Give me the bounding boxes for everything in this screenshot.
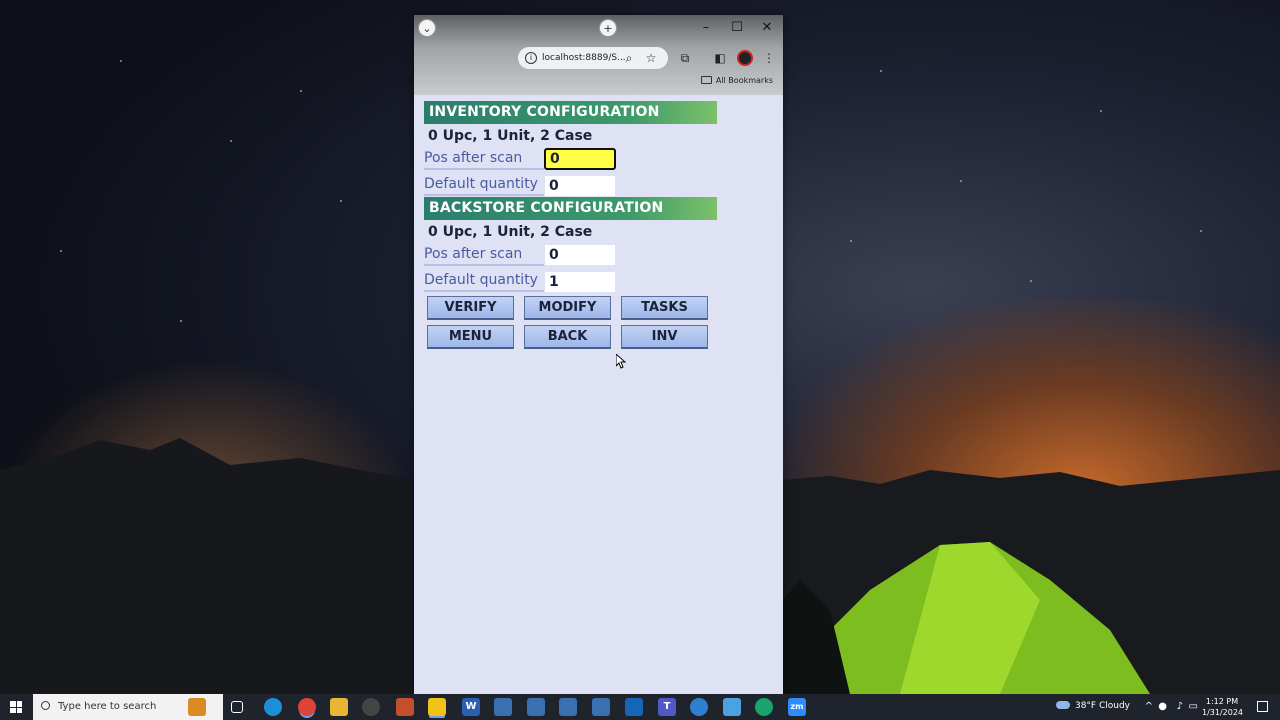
task-view-icon[interactable] (231, 701, 243, 713)
zoom-app-icon[interactable]: zm (788, 698, 806, 716)
backstore-default-quantity-input[interactable] (545, 272, 615, 292)
inv-button[interactable]: INV (621, 325, 708, 349)
speaker-icon[interactable]: ♪ (1177, 701, 1183, 712)
backstore-pos-after-scan-input[interactable] (545, 245, 615, 265)
close-button[interactable]: ✕ (757, 19, 777, 37)
word-icon[interactable]: W (462, 698, 480, 716)
search-placeholder: Type here to search (58, 701, 157, 712)
edge-dev-icon[interactable] (755, 698, 773, 716)
inventory-legend: 0 Upc, 1 Unit, 2 Case (428, 128, 593, 144)
cloud-icon (1055, 701, 1070, 709)
mouse-cursor-icon (616, 354, 626, 369)
inventory-pos-after-scan-input[interactable] (544, 148, 616, 170)
browser-window: ⌄ + – ☐ ✕ i localhost:8889/S... ⌕ ☆ ⧉ ◧ … (414, 15, 783, 694)
zoom-icon[interactable]: ⌕ (620, 49, 638, 67)
inventory-default-quantity-label: Default quantity (424, 176, 544, 196)
backstore-legend: 0 Upc, 1 Unit, 2 Case (428, 224, 593, 240)
taskbar: Type here to search W T zm 38°F Cloudy ^… (0, 694, 1280, 720)
side-panel-icon[interactable]: ◧ (711, 49, 729, 67)
sticky-notes-icon[interactable] (428, 698, 446, 716)
file-explorer-icon[interactable] (330, 698, 348, 716)
modify-button[interactable]: MODIFY (524, 296, 611, 320)
weather-text: 38°F Cloudy (1074, 701, 1130, 711)
inventory-config-header: INVENTORY CONFIGURATION (424, 101, 717, 124)
bookmarks-bar: All Bookmarks (414, 73, 783, 91)
clock-time: 1:12 PM (1205, 697, 1239, 706)
python-icon-4[interactable] (592, 698, 610, 716)
clock-date: 1/31/2024 (1202, 708, 1244, 717)
outlook-icon[interactable] (625, 698, 643, 716)
backstore-default-quantity-label: Default quantity (424, 272, 544, 292)
app-icon-1[interactable] (396, 698, 414, 716)
backstore-config-header: BACKSTORE CONFIGURATION (424, 197, 717, 220)
site-info-icon[interactable]: i (525, 52, 537, 64)
tray-chevron-icon[interactable]: ^ (1145, 701, 1153, 712)
verify-button[interactable]: VERIFY (427, 296, 514, 320)
all-bookmarks-button[interactable]: All Bookmarks (700, 76, 773, 85)
inventory-pos-after-scan-label: Pos after scan (424, 150, 544, 170)
folder-icon (700, 76, 712, 84)
bookmark-star-icon[interactable]: ☆ (642, 49, 660, 67)
all-bookmarks-label: All Bookmarks (715, 76, 773, 85)
address-text: localhost:8889/S... (542, 53, 626, 63)
backstore-pos-after-scan-label: Pos after scan (424, 246, 544, 266)
browser-titlebar: ⌄ + – ☐ ✕ i localhost:8889/S... ⌕ ☆ ⧉ ◧ … (414, 15, 783, 95)
maximize-button[interactable]: ☐ (727, 19, 747, 37)
system-clock[interactable]: 1:12 PM 1/31/2024 (1202, 696, 1244, 718)
minimize-button[interactable]: – (696, 19, 716, 37)
python-icon-1[interactable] (494, 698, 512, 716)
extensions-icon[interactable]: ⧉ (676, 49, 694, 67)
briefcase-icon[interactable] (188, 698, 206, 716)
edge-icon[interactable] (264, 698, 282, 716)
inventory-default-quantity-input[interactable] (545, 176, 615, 196)
tab-search-button[interactable]: ⌄ (418, 19, 436, 37)
notepad-icon[interactable] (723, 698, 741, 716)
menu-button[interactable]: MENU (427, 325, 514, 349)
more-menu-icon[interactable]: ⋮ (760, 49, 778, 67)
notification-icon[interactable] (1257, 701, 1268, 712)
chrome-icon[interactable] (298, 698, 316, 716)
page-content: INVENTORY CONFIGURATION 0 Upc, 1 Unit, 2… (414, 95, 783, 694)
microphone-icon[interactable]: ● (1158, 701, 1167, 712)
weather-widget[interactable]: 38°F Cloudy (1055, 701, 1130, 711)
start-button[interactable] (0, 694, 32, 720)
python-icon-2[interactable] (527, 698, 545, 716)
tasks-button[interactable]: TASKS (621, 296, 708, 320)
network-app-icon[interactable] (690, 698, 708, 716)
new-tab-button[interactable]: + (599, 19, 617, 37)
back-button[interactable]: BACK (524, 325, 611, 349)
teams-icon[interactable]: T (658, 698, 676, 716)
windows-logo-icon (10, 701, 22, 713)
profile-avatar[interactable] (737, 50, 753, 66)
network-icon[interactable]: ▭ (1189, 701, 1198, 712)
search-icon (41, 701, 50, 710)
python-icon-3[interactable] (559, 698, 577, 716)
settings-gear-icon[interactable] (362, 698, 380, 716)
